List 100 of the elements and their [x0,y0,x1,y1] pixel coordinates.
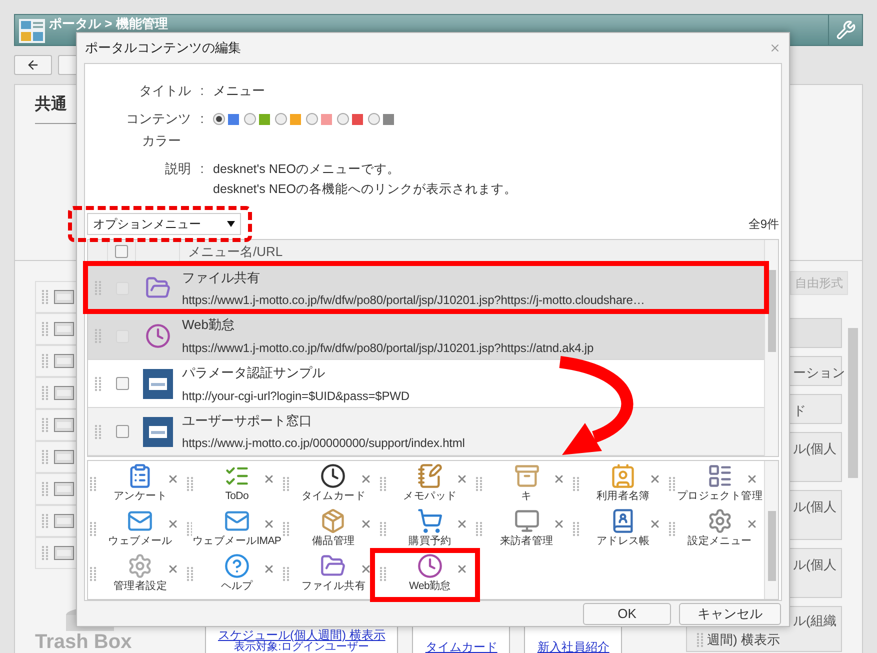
remove-icon[interactable] [166,473,179,485]
menu-item-label[interactable]: 管理者設定 [114,578,168,594]
dialog-button[interactable]: OK [583,602,671,624]
drag-handle-icon[interactable] [42,322,48,336]
remove-icon[interactable] [649,473,662,485]
drag-handle-icon[interactable] [380,476,386,490]
drag-handle-icon[interactable] [42,386,48,400]
menu-item-label[interactable]: メモパッド [403,488,457,504]
clock-icon[interactable] [320,462,346,489]
monitor-icon[interactable] [514,508,540,534]
content-link[interactable]: 新入社員紹介 [537,641,610,653]
menu-item-label[interactable]: ToDo [225,488,248,504]
menu-item-label[interactable]: 備品管理 [312,534,355,550]
checkbox[interactable] [115,245,128,258]
menu-item-label[interactable]: 購買予約 [408,534,452,550]
drag-handle-icon[interactable] [476,522,482,536]
menu-type-dropdown[interactable]: オプションメニュー [87,212,241,234]
menu-item-label[interactable]: ヘルプ [220,578,253,594]
box-icon[interactable] [320,508,346,534]
remove-icon[interactable] [166,518,179,530]
drag-handle-icon[interactable] [697,632,703,646]
drag-handle-icon[interactable] [572,522,579,536]
menu-item-label[interactable]: アドレス帳 [596,534,650,550]
scrollbar[interactable] [764,461,778,599]
drag-handle-icon[interactable] [669,476,676,490]
remove-icon[interactable] [456,518,468,530]
menu-item-label[interactable]: 設定メニュー [688,534,752,550]
cabinet-icon[interactable] [514,462,540,489]
menu-item-label[interactable]: Web勤怠 [409,578,451,594]
checkbox[interactable] [116,377,128,390]
remove-icon[interactable] [649,518,662,530]
menu-item-label[interactable]: プロジェクト管理 [676,488,762,504]
drag-handle-icon[interactable] [42,418,48,432]
remove-icon[interactable] [552,518,565,530]
menu-item-label[interactable]: タイムカード [301,488,366,504]
gear-icon[interactable] [127,552,154,579]
drag-handle-icon[interactable] [380,522,386,536]
drag-handle-icon[interactable] [186,522,192,536]
menu-item-label[interactable]: 利用者名簿 [596,488,650,504]
field-label: カラー [142,132,181,150]
drag-handle-icon[interactable] [90,566,96,580]
menu-item-label[interactable]: ファイル共有 [301,578,366,594]
cart-icon[interactable] [416,508,443,534]
color-radio[interactable] [337,113,349,125]
chart-icon[interactable] [706,462,733,489]
remove-icon[interactable] [456,473,468,485]
checkbox[interactable] [116,425,128,438]
color-radio[interactable] [306,113,318,125]
color-radio[interactable] [244,113,256,125]
drag-handle-icon[interactable] [95,424,101,439]
scrollbar[interactable] [848,328,858,478]
content-link[interactable]: タイムカード [425,641,498,653]
drag-handle-icon[interactable] [42,450,48,464]
drag-handle-icon[interactable] [42,290,48,304]
back-button[interactable] [14,55,52,75]
remove-icon[interactable] [360,518,372,530]
color-radio[interactable] [368,113,380,125]
dialog-button[interactable]: キャンセル [679,602,781,624]
remove-icon[interactable] [263,518,276,530]
drag-handle-icon[interactable] [42,514,48,528]
notebook-icon[interactable] [416,462,443,489]
gear-icon[interactable] [706,508,733,534]
menu-item-label[interactable]: ウェブメールIMAP [192,534,282,550]
remove-icon[interactable] [360,563,372,575]
drag-handle-icon[interactable] [186,476,193,490]
drag-handle-icon[interactable] [283,476,290,490]
drag-handle-icon[interactable] [283,522,290,536]
drag-handle-icon[interactable] [283,566,290,580]
drag-handle-icon[interactable] [186,566,193,580]
menu-item-label[interactable]: アンケート [114,488,168,504]
contact-card-icon[interactable] [610,462,636,489]
drag-handle-icon[interactable] [42,482,48,496]
remove-icon[interactable] [746,518,758,530]
content-link[interactable]: スケジュール(個人週間) 横表示 [218,629,386,641]
remove-icon[interactable] [552,473,565,485]
drag-handle-icon[interactable] [95,376,101,391]
remove-icon[interactable] [456,563,468,575]
drag-handle-icon[interactable] [669,522,676,536]
remove-icon[interactable] [166,563,179,575]
menu-item-label[interactable]: ウェブメール [108,534,172,550]
remove-icon[interactable] [263,563,276,575]
help-icon[interactable] [224,552,250,579]
menu-row[interactable]: ユーザーサポート窓口 https://www.j-motto.co.jp/00000000/support/index.html [88,408,764,456]
remove-icon[interactable] [746,473,758,485]
drag-handle-icon[interactable] [380,566,386,580]
description-text: desknet's NEOの各機能へのリンクが表示されます。 [213,181,518,198]
scrollbar[interactable] [764,240,778,456]
drag-handle-icon[interactable] [42,354,48,368]
color-radio[interactable] [213,113,225,125]
close-icon[interactable] [769,42,781,54]
drag-handle-icon[interactable] [90,522,96,536]
color-radio[interactable] [275,113,287,125]
menu-item-label[interactable]: 来訪者管理 [500,534,554,550]
drag-handle-icon[interactable] [90,476,96,490]
drag-handle-icon[interactable] [572,476,579,490]
remove-icon[interactable] [263,473,276,485]
drag-handle-icon[interactable] [42,546,48,560]
remove-icon[interactable] [360,473,372,485]
menu-item-label[interactable]: キ [521,488,532,504]
drag-handle-icon[interactable] [476,476,482,490]
